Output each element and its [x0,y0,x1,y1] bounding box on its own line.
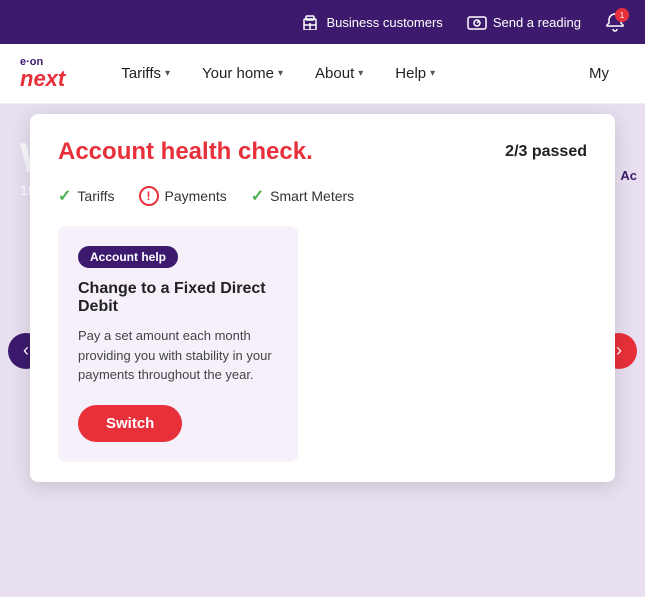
inner-card-title: Change to a Fixed Direct Debit [78,280,278,316]
health-check-card: Account health check. 2/3 passed ✓ Tarif… [30,114,615,482]
chevron-down-icon: ▾ [165,68,170,79]
health-check-header: Account health check. 2/3 passed [58,138,587,166]
meter-icon [467,12,487,32]
nav-my[interactable]: My [573,44,625,104]
send-reading-link[interactable]: Send a reading [467,12,581,32]
top-bar: Business customers Send a reading 1 [0,0,645,44]
warning-icon: ! [139,186,159,206]
health-check-score: 2/3 passed [505,143,587,161]
inner-card-description: Pay a set amount each month providing yo… [78,326,278,385]
send-reading-label: Send a reading [493,15,581,30]
health-item-smart-meters: ✓ Smart Meters [251,186,354,206]
business-customers-label: Business customers [326,15,442,30]
switch-button[interactable]: Switch [78,405,182,442]
chevron-down-icon: ▾ [430,68,435,79]
health-check-items: ✓ Tariffs ! Payments ✓ Smart Meters [58,186,587,206]
chevron-down-icon: ▾ [278,68,283,79]
check-icon: ✓ [58,186,71,206]
health-item-payments: ! Payments [139,186,227,206]
chevron-down-icon: ▾ [358,68,363,79]
health-item-tariffs: ✓ Tariffs [58,186,115,206]
nav-items: Tariffs ▾ Your home ▾ About ▾ Help ▾ My [105,44,625,104]
nav-bar: e·on next Tariffs ▾ Your home ▾ About ▾ … [0,44,645,104]
account-help-badge: Account help [78,246,178,268]
logo-next: next [20,68,65,90]
logo: e·on next [20,57,65,90]
health-item-smart-meters-label: Smart Meters [270,188,354,204]
chevron-left-icon: ‹ [23,340,29,361]
health-check-title: Account health check. [58,138,313,166]
notification-bell[interactable]: 1 [605,12,625,32]
main-content: We 192 G Ac ‹ › Account health check. 2/… [0,104,645,597]
business-icon [300,12,320,32]
account-link: Ac [612,164,645,187]
inner-card: Account help Change to a Fixed Direct De… [58,226,298,462]
health-item-tariffs-label: Tariffs [77,188,114,204]
check-icon: ✓ [251,186,264,206]
nav-help[interactable]: Help ▾ [379,44,451,104]
chevron-right-icon: › [616,340,622,361]
notification-count: 1 [615,8,629,22]
business-customers-link[interactable]: Business customers [300,12,442,32]
nav-your-home[interactable]: Your home ▾ [186,44,299,104]
health-item-payments-label: Payments [165,188,227,204]
nav-tariffs[interactable]: Tariffs ▾ [105,44,186,104]
nav-about[interactable]: About ▾ [299,44,379,104]
